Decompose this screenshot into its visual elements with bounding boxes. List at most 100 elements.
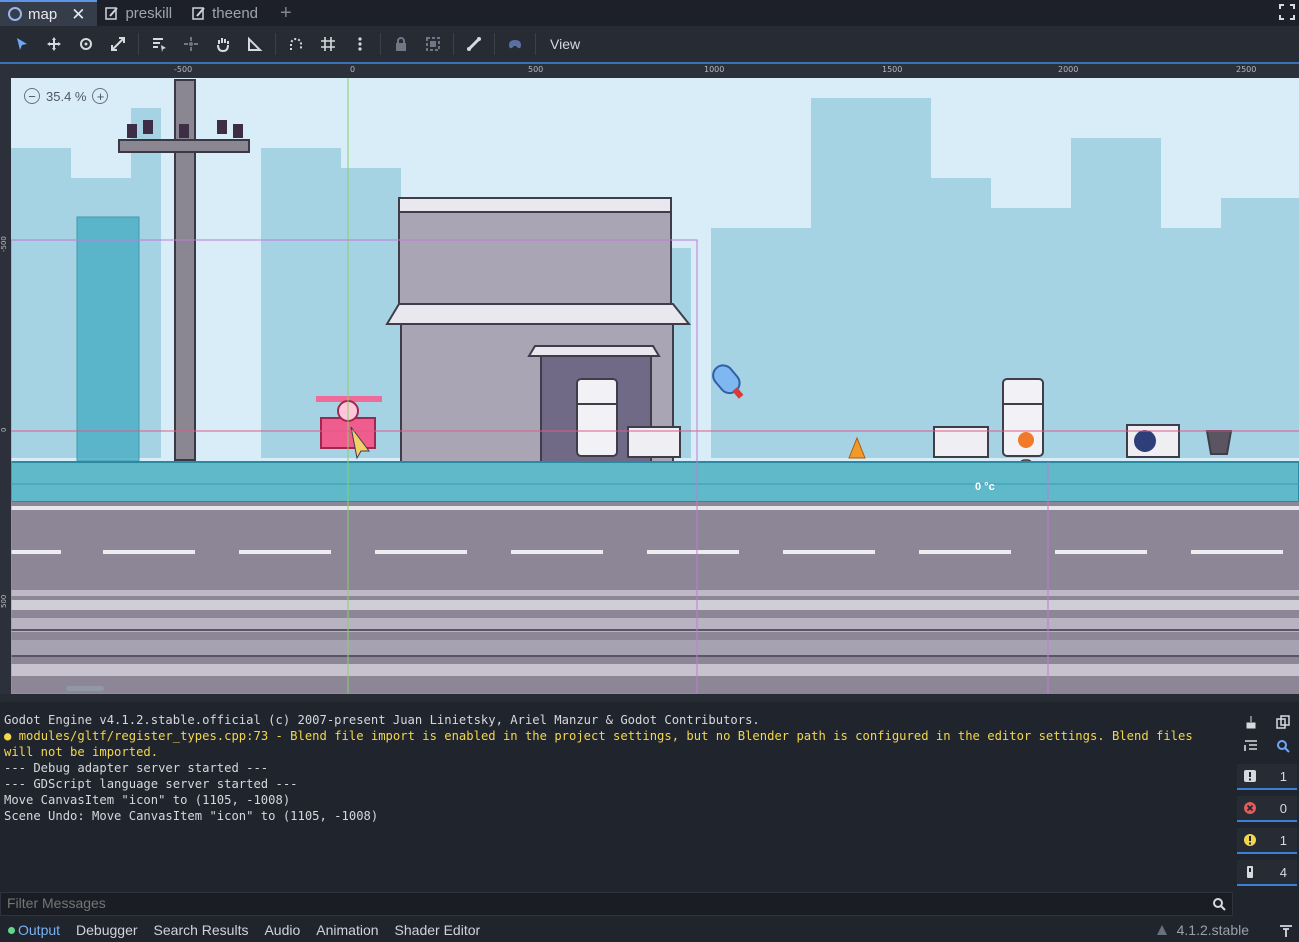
script-icon — [192, 7, 205, 20]
tab-search-results[interactable]: Search Results — [146, 922, 257, 938]
status-dot-icon — [8, 926, 15, 934]
toolbar-separator — [535, 33, 536, 55]
zoom-controls: − 35.4 % + — [24, 88, 109, 104]
distraction-free-icon[interactable] — [1279, 4, 1295, 20]
canvas-toolbar: View — [0, 26, 1299, 62]
zoom-level[interactable]: 35.4 % — [46, 89, 86, 104]
filter-messages-bar — [0, 892, 1233, 916]
toolbar-separator — [275, 33, 276, 55]
copy-output-button[interactable] — [1273, 712, 1293, 732]
log-line: Scene Undo: Move CanvasItem "icon" to (1… — [4, 809, 379, 823]
broom-icon — [1246, 716, 1256, 729]
version-info: 4.1.2.stable — [1155, 922, 1249, 938]
log-line: Move CanvasItem "icon" to (1105, -1008) — [4, 793, 291, 807]
warning-count: 1 — [1279, 832, 1287, 848]
warning-filter-toggle[interactable]: 1 — [1237, 828, 1297, 854]
log-line: Godot Engine v4.1.2.stable.official (c) … — [4, 713, 760, 727]
rotate-mode-button[interactable] — [70, 30, 102, 58]
collapse-button[interactable] — [1241, 736, 1261, 756]
close-icon[interactable]: ✕ — [71, 6, 85, 23]
list-select-button[interactable] — [143, 30, 175, 58]
temperature-label: 0 °c — [975, 481, 995, 493]
fridge[interactable] — [576, 378, 618, 457]
scene-canvas[interactable] — [11, 78, 1299, 694]
ruler-mode-button[interactable] — [239, 30, 271, 58]
smart-snap-button[interactable] — [280, 30, 312, 58]
canvas-viewport[interactable]: -500 0 500 1000 1500 2000 2500 -500 0 50… — [0, 62, 1299, 694]
kebab-icon — [358, 37, 362, 51]
message-count: 1 — [1279, 768, 1287, 784]
message-icon — [1244, 770, 1256, 782]
version-label: 4.1.2.stable — [1176, 922, 1249, 938]
filter-search-toggle[interactable] — [1273, 736, 1293, 756]
scene-tab-preskill[interactable]: preskill — [97, 0, 184, 26]
trash-can[interactable] — [1205, 430, 1233, 455]
ruler-label: -500 — [0, 236, 8, 252]
pivot-icon — [184, 37, 198, 51]
pan-mode-button[interactable] — [207, 30, 239, 58]
toolbar-separator — [380, 33, 381, 55]
zoom-in-button[interactable]: + — [92, 88, 109, 104]
hand-icon — [217, 38, 229, 52]
grid-snap-button[interactable] — [312, 30, 344, 58]
ruler-horizontal[interactable]: -500 0 500 1000 1500 2000 2500 — [0, 64, 1299, 78]
view-menu[interactable]: View — [540, 36, 590, 52]
script-icon — [105, 7, 119, 20]
ground-platform[interactable] — [11, 461, 1299, 503]
move-mode-button[interactable] — [38, 30, 70, 58]
building[interactable] — [385, 197, 692, 463]
output-log[interactable]: Godot Engine v4.1.2.stable.official (c) … — [4, 712, 1229, 824]
gamepad-icon — [509, 40, 521, 49]
tab-debugger[interactable]: Debugger — [68, 922, 146, 938]
tab-output[interactable]: Output — [0, 922, 68, 938]
ruler-vertical[interactable]: -500 0 500 — [0, 64, 11, 694]
tab-animation[interactable]: Animation — [308, 922, 386, 938]
list-select-icon — [153, 38, 166, 52]
group-icon — [426, 37, 440, 51]
filter-messages-input[interactable] — [7, 895, 1187, 911]
collision-shape[interactable] — [76, 216, 140, 462]
ruler-label: 0 — [0, 427, 8, 432]
snap-options-button[interactable] — [344, 30, 376, 58]
group-button[interactable] — [417, 30, 449, 58]
ac-unit[interactable] — [1126, 424, 1180, 458]
editor-filter-toggle[interactable]: 4 — [1237, 860, 1297, 886]
editor-message-icon — [1247, 866, 1253, 878]
log-line: --- Debug adapter server started --- — [4, 761, 269, 775]
error-filter-toggle[interactable]: 0 — [1237, 796, 1297, 822]
scene-tab-label: map — [28, 5, 58, 23]
zoom-out-button[interactable]: − — [24, 88, 40, 104]
scene-tab-theend[interactable]: theend — [184, 0, 270, 26]
toolbar-separator — [453, 33, 454, 55]
add-scene-tab-button[interactable]: + — [270, 0, 302, 26]
scene-tab-map[interactable]: map ✕ — [0, 0, 98, 26]
clear-output-button[interactable] — [1241, 712, 1261, 732]
select-mode-button[interactable] — [6, 30, 38, 58]
lock-button[interactable] — [385, 30, 417, 58]
skeleton-button[interactable] — [458, 30, 490, 58]
scale-mode-button[interactable] — [102, 30, 134, 58]
bottom-panel-tabs: Output Debugger Search Results Audio Ani… — [0, 918, 1299, 942]
grid-icon — [321, 37, 335, 51]
rotate-icon — [80, 38, 92, 50]
pin-panel-icon[interactable] — [1279, 924, 1293, 938]
scale-icon — [111, 37, 125, 51]
message-filter-toggle[interactable]: 1 — [1237, 764, 1297, 790]
pivot-mode-button[interactable] — [175, 30, 207, 58]
ruler-label: 500 — [528, 65, 544, 74]
log-line: --- GDScript language server started --- — [4, 777, 298, 791]
circle-node-icon — [8, 7, 22, 21]
pointer-icon — [17, 38, 27, 50]
log-line-text: modules/gltf/register_types.cpp:73 - Ble… — [4, 729, 1201, 759]
tab-shader-editor[interactable]: Shader Editor — [387, 922, 489, 938]
horizontal-scrollbar[interactable] — [66, 686, 104, 691]
ruler-label: -500 — [174, 65, 193, 74]
ruler-label: 500 — [0, 594, 8, 608]
camera-override-button[interactable] — [499, 30, 531, 58]
ruler-icon — [248, 36, 263, 51]
ruler-label: 2000 — [1058, 65, 1079, 74]
tab-audio[interactable]: Audio — [256, 922, 308, 938]
search-icon — [1277, 740, 1290, 753]
lock-icon — [396, 37, 406, 51]
ruler-label: 0 — [350, 65, 356, 74]
